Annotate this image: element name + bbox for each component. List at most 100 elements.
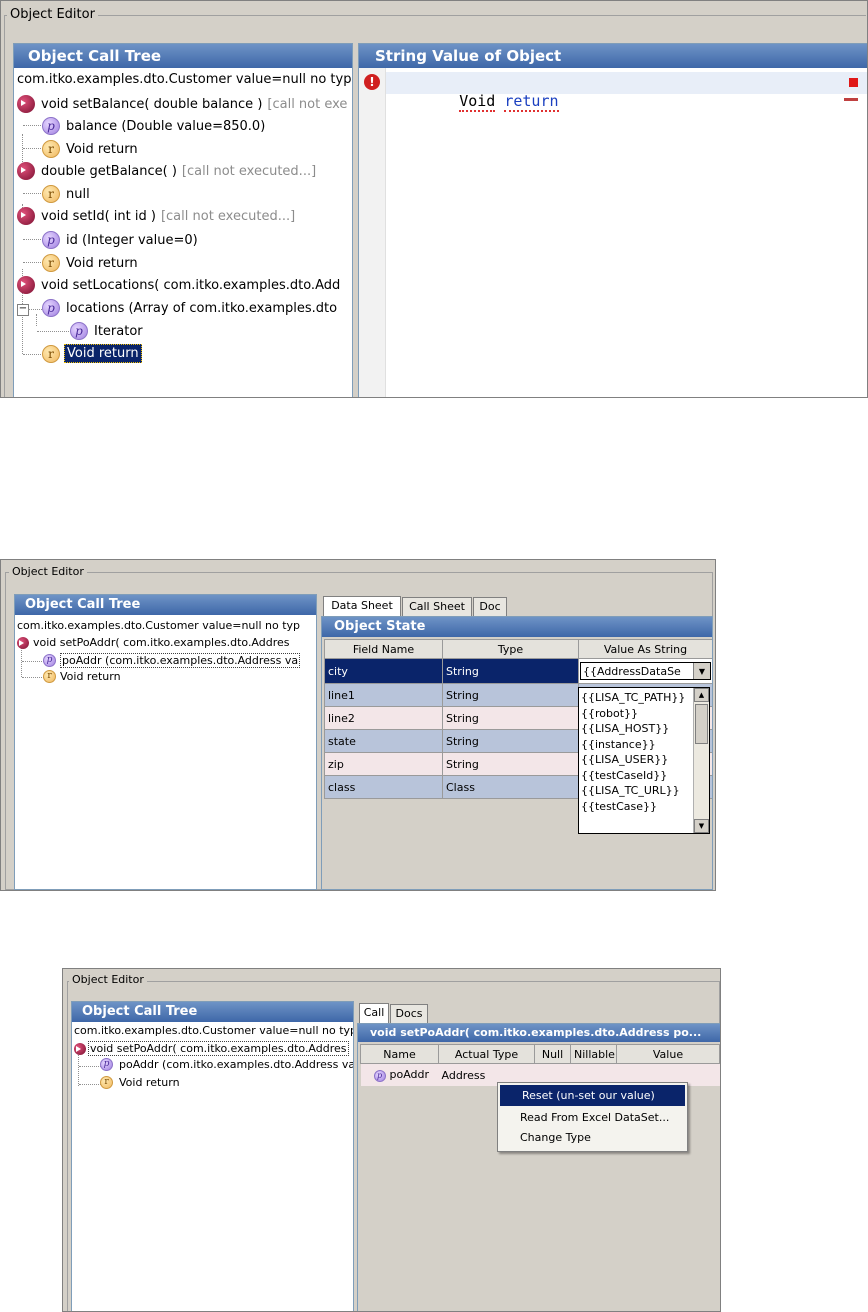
editor-gutter [359,68,386,397]
column-header-value[interactable]: Value [616,1044,720,1064]
tree-row-method[interactable]: void setLocations( com.itko.examples.dto… [17,276,340,294]
tree-guide [23,193,41,194]
tree-row-return[interactable]: r Void return [43,670,121,683]
collapse-toggle[interactable]: − [17,304,29,316]
object-editor-legend: Object Editor [7,7,98,22]
tree-guide [78,1052,79,1086]
tree-row-root[interactable]: com.itko.examples.dto.Customer value=nul… [17,72,351,87]
tree-note: [call not executed...] [160,208,296,224]
value-dropdown-list[interactable]: {{LISA_TC_PATH}} {{robot}} {{LISA_HOST}}… [578,687,710,834]
value-combo[interactable]: {{AddressDataSe ▼ [580,662,711,680]
type-cell[interactable]: String [442,683,579,707]
type-cell[interactable]: Class [442,775,579,799]
field-cell[interactable]: zip [324,752,443,776]
menu-item-read-excel[interactable]: Read From Excel DataSet... [498,1108,687,1128]
column-header-actual-type[interactable]: Actual Type [438,1044,535,1064]
field-cell[interactable]: class [324,775,443,799]
return-icon: r [42,254,60,272]
dropdown-option[interactable]: {{instance}} [579,737,693,753]
tree-row-return[interactable]: r null [42,185,90,203]
dropdown-option[interactable]: {{robot}} [579,706,693,722]
tree-label: null [66,186,90,202]
object-call-tree-pane: Object Call Tree com.itko.examples.dto.C… [14,594,317,890]
tree-guide [22,314,23,354]
dropdown-option[interactable]: {{LISA_TC_PATH}} [579,690,693,706]
scroll-thumb[interactable] [695,704,708,744]
param-icon: p [42,231,60,249]
param-icon: p [43,654,56,667]
column-header-field[interactable]: Field Name [324,639,443,659]
tree-guide [23,262,41,263]
tree-label: void setId( int id ) [41,208,156,224]
dropdown-option[interactable]: {{testCase}} [579,799,693,815]
name-cell[interactable]: p poAddr [360,1063,439,1086]
method-icon [17,207,35,225]
table-row[interactable]: city String {{AddressDataSe ▼ [324,658,712,684]
tab-call-sheet[interactable]: Call Sheet [402,597,472,616]
object-editor-panel-3: Object Editor Object Call Tree com.itko.… [62,968,721,1312]
dropdown-option[interactable]: {{LISA_TC_URL}} [579,783,693,799]
dropdown-option[interactable]: {{testCaseId}} [579,768,693,784]
field-cell[interactable]: state [324,729,443,753]
param-icon: p [42,299,60,317]
tab-data-sheet[interactable]: Data Sheet [323,596,401,616]
column-header-type[interactable]: Type [442,639,579,659]
scroll-down-icon[interactable]: ▼ [694,819,709,833]
tree-row-root[interactable]: com.itko.examples.dto.Customer value=nul… [17,619,300,632]
tree-label: id (Integer value=0) [66,232,198,248]
object-state-title: Object State [322,617,712,637]
tree-row-method[interactable]: double getBalance( ) [call not executed.… [17,162,316,180]
field-cell[interactable]: line1 [324,683,443,707]
method-icon [17,162,35,180]
field-cell[interactable]: line2 [324,706,443,730]
menu-item-change-type[interactable]: Change Type [498,1128,687,1148]
tab-doc[interactable]: Doc [473,597,507,616]
type-cell[interactable]: String [442,658,579,684]
tree-label: void setBalance( double balance ) [41,96,263,112]
scroll-up-icon[interactable]: ▲ [694,688,709,702]
tree-row-method[interactable]: void setId( int id ) [call not executed.… [17,207,295,225]
tree-row-param-selected[interactable]: p poAddr (com.itko.examples.dto.Address … [43,653,301,668]
tree-label: Void return [119,1076,180,1089]
tree-row-param[interactable]: p id (Integer value=0) [42,231,198,249]
tree-row-param[interactable]: p balance (Double value=850.0) [42,117,265,135]
tree-row-param[interactable]: p locations (Array of com.itko.examples.… [42,299,337,317]
dropdown-scrollbar[interactable]: ▲ ▼ [693,688,709,833]
type-cell[interactable]: String [442,729,579,753]
tree-row-param[interactable]: p Iterator [70,322,143,340]
tab-docs[interactable]: Docs [390,1004,428,1023]
column-header-nillable[interactable]: Nillable [570,1044,617,1064]
code-keyword: Void [459,92,496,112]
tree-label: Void return [66,255,138,271]
field-cell[interactable]: city [324,658,443,684]
type-cell[interactable]: String [442,752,579,776]
dropdown-option[interactable]: {{LISA_USER}} [579,752,693,768]
tree-row-return[interactable]: r Void return [42,140,138,158]
tree-row-root[interactable]: com.itko.examples.dto.Customer value=nul… [74,1024,353,1037]
tree-root-label: com.itko.examples.dto.Customer value=nul… [17,619,301,632]
tree-row-method-selected[interactable]: void setPoAddr( com.itko.examples.dto.Ad… [74,1041,349,1056]
object-editor-legend: Object Editor [69,973,147,986]
type-cell[interactable]: String [442,706,579,730]
column-header-value[interactable]: Value As String [578,639,712,659]
value-cell[interactable]: {{AddressDataSe ▼ [578,658,712,684]
menu-item-reset[interactable]: Reset (un-set our value) [500,1085,685,1106]
tree-guide [28,309,42,310]
code-line[interactable]: Void return [405,74,559,128]
tree-guide [79,1084,101,1085]
error-icon: ! [364,74,380,90]
tree-label: locations (Array of com.itko.examples.dt… [66,300,338,316]
tree-row-param[interactable]: p poAddr (com.itko.examples.dto.Address … [100,1058,353,1071]
param-name: poAddr [389,1068,430,1081]
value-combo-text: {{AddressDataSe [583,664,681,678]
tree-row-return[interactable]: r Void return [100,1076,180,1089]
column-header-null[interactable]: Null [534,1044,571,1064]
column-header-name[interactable]: Name [360,1044,439,1064]
tree-row-method[interactable]: void setBalance( double balance ) [call … [17,95,347,113]
tree-row-return[interactable]: r Void return [42,254,138,272]
tree-row-return-selected[interactable]: r Void return [42,344,142,363]
tab-call[interactable]: Call [359,1003,389,1023]
dropdown-option[interactable]: {{LISA_HOST}} [579,721,693,737]
tree-row-method[interactable]: void setPoAddr( com.itko.examples.dto.Ad… [17,636,290,649]
chevron-down-icon[interactable]: ▼ [693,663,710,679]
